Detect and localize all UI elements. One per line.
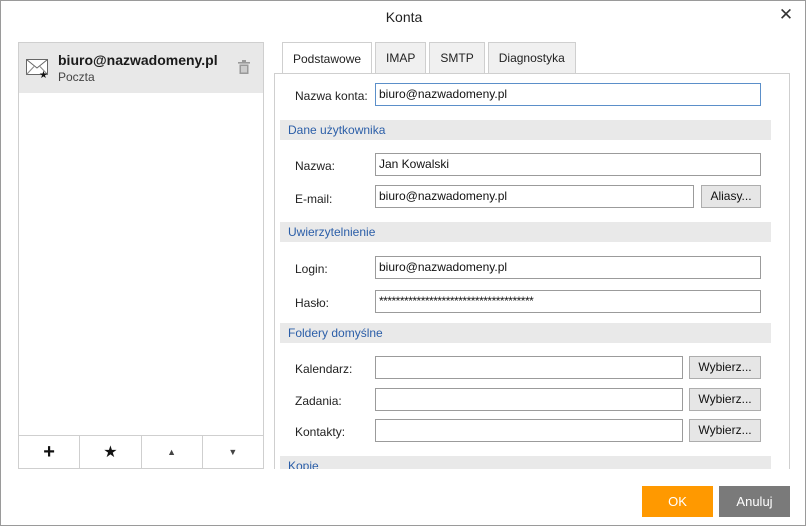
account-name-input[interactable]: biuro@nazwadomeny.pl	[375, 83, 761, 106]
settings-tabs: Podstawowe IMAP SMTP Diagnostyka	[282, 42, 579, 74]
tab-diagnostyka[interactable]: Diagnostyka	[487, 42, 576, 73]
calendar-label: Kalendarz:	[295, 362, 353, 376]
contacts-input[interactable]	[375, 419, 683, 442]
name-input[interactable]: Jan Kowalski	[375, 153, 761, 176]
tasks-label: Zadania:	[295, 394, 342, 408]
calendar-choose-button[interactable]: Wybierz...	[689, 356, 761, 379]
calendar-input[interactable]	[375, 356, 683, 379]
name-label: Nazwa:	[295, 159, 336, 173]
dialog-title: Konta	[385, 9, 423, 25]
password-label: Hasło:	[295, 296, 330, 310]
account-email: biuro@nazwadomeny.pl	[58, 52, 218, 68]
contacts-label: Kontakty:	[295, 425, 346, 439]
login-input[interactable]: biuro@nazwadomeny.pl	[375, 256, 761, 279]
move-down-button[interactable]: ▼	[203, 436, 263, 468]
tab-podstawowe[interactable]: Podstawowe	[282, 42, 373, 74]
accounts-list-panel: ★ biuro@nazwadomeny.pl Poczta + ★ ▲ ▼	[18, 42, 264, 469]
trash-icon[interactable]	[238, 60, 250, 74]
email-label: E-mail:	[295, 192, 333, 206]
accounts-dialog: Konta ✕ ★ biuro@nazwadomeny.pl Poczta + …	[0, 0, 806, 526]
account-name-label: Nazwa konta:	[295, 89, 368, 103]
move-up-button[interactable]: ▲	[142, 436, 203, 468]
account-type: Poczta	[58, 70, 95, 84]
close-icon[interactable]: ✕	[777, 5, 795, 25]
default-star-icon: ★	[39, 70, 48, 81]
cancel-button[interactable]: Anuluj	[719, 486, 790, 517]
account-list-item[interactable]: ★ biuro@nazwadomeny.pl Poczta	[19, 43, 263, 93]
tab-smtp[interactable]: SMTP	[429, 42, 485, 73]
ok-button[interactable]: OK	[642, 486, 713, 517]
copies-section-header: Kopie	[280, 456, 771, 469]
tab-imap[interactable]: IMAP	[375, 42, 427, 73]
email-input[interactable]: biuro@nazwadomeny.pl	[375, 185, 694, 208]
set-default-star-button[interactable]: ★	[80, 436, 142, 468]
accounts-toolbar: + ★ ▲ ▼	[19, 435, 263, 468]
user-data-section-header: Dane użytkownika	[280, 120, 771, 140]
tasks-input[interactable]	[375, 388, 683, 411]
tasks-choose-button[interactable]: Wybierz...	[689, 388, 761, 411]
basic-settings-panel: Nazwa konta: biuro@nazwadomeny.pl Dane u…	[274, 73, 790, 469]
password-input[interactable]: *************************************	[375, 290, 761, 313]
default-folders-section-header: Foldery domyślne	[280, 323, 771, 343]
add-account-button[interactable]: +	[19, 436, 81, 468]
login-label: Login:	[295, 262, 328, 276]
contacts-choose-button[interactable]: Wybierz...	[689, 419, 761, 442]
aliases-button[interactable]: Aliasy...	[701, 185, 761, 208]
authentication-section-header: Uwierzytelnienie	[280, 222, 771, 242]
